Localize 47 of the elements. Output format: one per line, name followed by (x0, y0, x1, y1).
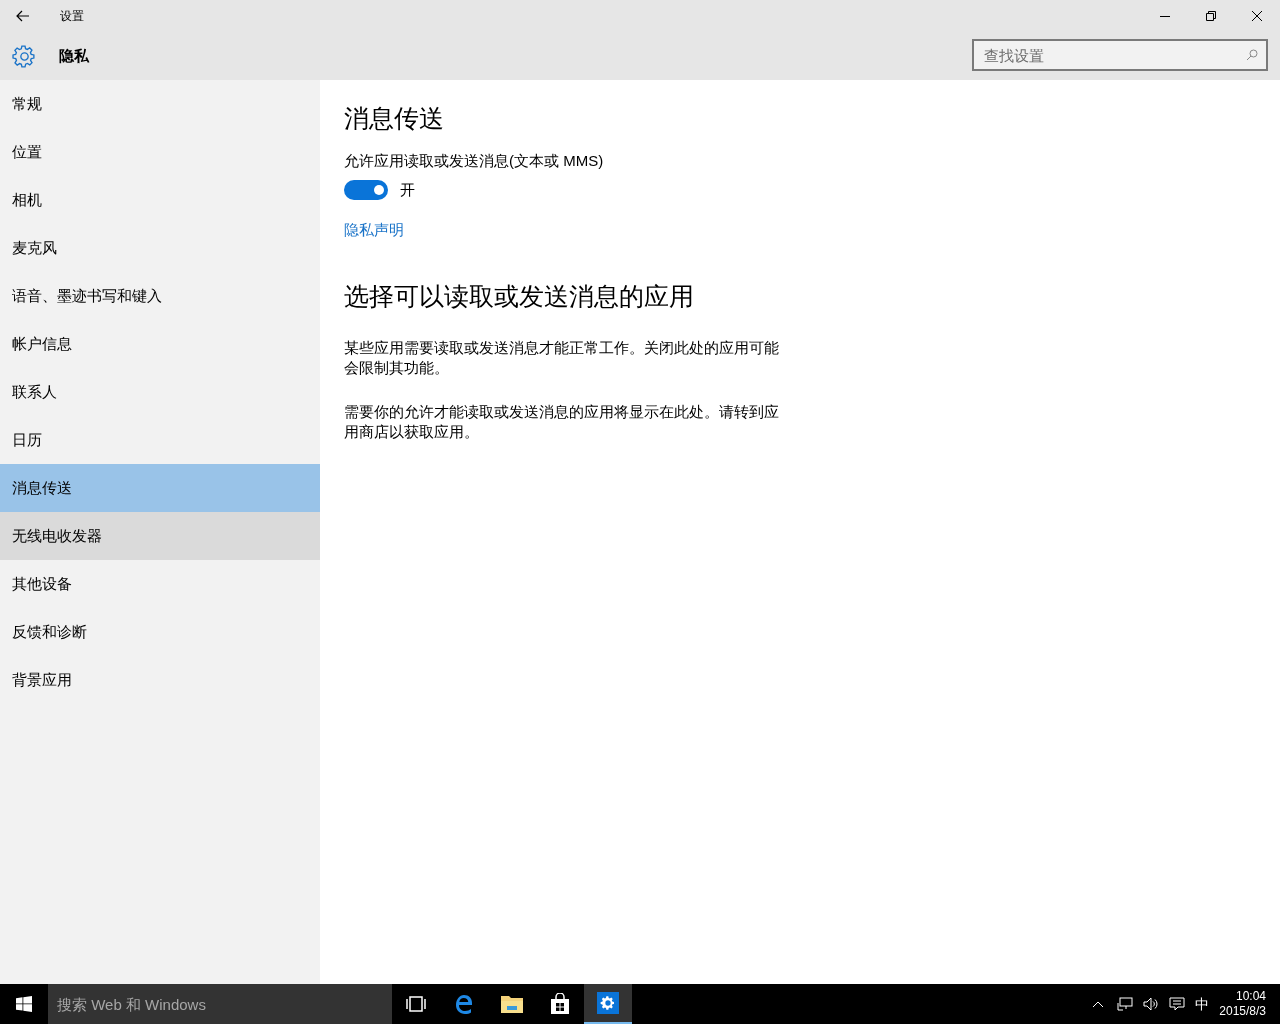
sidebar-item[interactable]: 无线电收发器 (0, 512, 320, 560)
clock[interactable]: 10:04 2015/8/3 (1219, 989, 1266, 1019)
window-title: 设置 (60, 8, 84, 25)
folder-icon (500, 994, 524, 1014)
gear-icon (12, 43, 37, 69)
task-view-icon (406, 996, 426, 1012)
windows-logo-icon (16, 996, 32, 1012)
sidebar-item[interactable]: 联系人 (0, 368, 320, 416)
restore-icon (1206, 11, 1216, 21)
privacy-link[interactable]: 隐私声明 (344, 219, 404, 242)
network-icon[interactable] (1117, 997, 1134, 1011)
shopping-bag-icon (549, 993, 571, 1015)
sidebar-item[interactable]: 其他设备 (0, 560, 320, 608)
sidebar-item[interactable]: 位置 (0, 128, 320, 176)
browser-e-icon (453, 993, 475, 1015)
clock-time: 10:04 (1235, 989, 1266, 1004)
search-icon (1246, 49, 1258, 61)
sidebar-item[interactable]: 消息传送 (0, 464, 320, 512)
toggle-label: 允许应用读取或发送消息(文本或 MMS) (344, 151, 604, 171)
minimize-icon (1160, 15, 1170, 17)
taskbar-app-button[interactable] (584, 984, 632, 1024)
sidebar-item[interactable]: 麦克风 (0, 224, 320, 272)
section-heading: 选择可以读取或发送消息的应用 (344, 280, 694, 312)
toggle-thumb (374, 184, 384, 195)
sidebar-item[interactable]: 帐户信息 (0, 320, 320, 368)
back-arrow-icon (16, 10, 30, 22)
description-text: 某些应用需要读取或发送消息才能正常工作。关闭此处的应用可能会限制其功能。 (344, 338, 780, 378)
close-icon (1252, 11, 1262, 21)
sidebar-item[interactable]: 相机 (0, 176, 320, 224)
chevron-up-icon[interactable] (1093, 1001, 1104, 1007)
speaker-icon[interactable] (1143, 997, 1160, 1011)
taskbar-search-field[interactable]: 搜索 Web 和 Windows (48, 984, 392, 1024)
toggle-state: 开 (400, 179, 415, 200)
search-field[interactable]: 查找设置 (972, 39, 1268, 71)
toggle-switch[interactable] (344, 179, 388, 200)
sidebar-item[interactable]: 语音、墨迹书写和键入 (0, 272, 320, 320)
message-icon[interactable] (1169, 997, 1186, 1011)
gear-icon (600, 995, 616, 1011)
section-heading: 消息传送 (344, 103, 444, 134)
input-method-indicator[interactable]: 中 (1195, 993, 1210, 1015)
description-text: 需要你的允许才能读取或发送消息的应用将显示在此处。请转到应用商店以获取应用。 (344, 402, 780, 442)
page-title: 隐私 (59, 45, 89, 66)
clock-date: 2015/8/3 (1219, 1004, 1266, 1019)
sidebar-item[interactable]: 常规 (0, 80, 320, 128)
sidebar-item[interactable]: 反馈和诊断 (0, 608, 320, 656)
sidebar-item[interactable]: 背景应用 (0, 656, 320, 704)
sidebar-item[interactable]: 日历 (0, 416, 320, 464)
